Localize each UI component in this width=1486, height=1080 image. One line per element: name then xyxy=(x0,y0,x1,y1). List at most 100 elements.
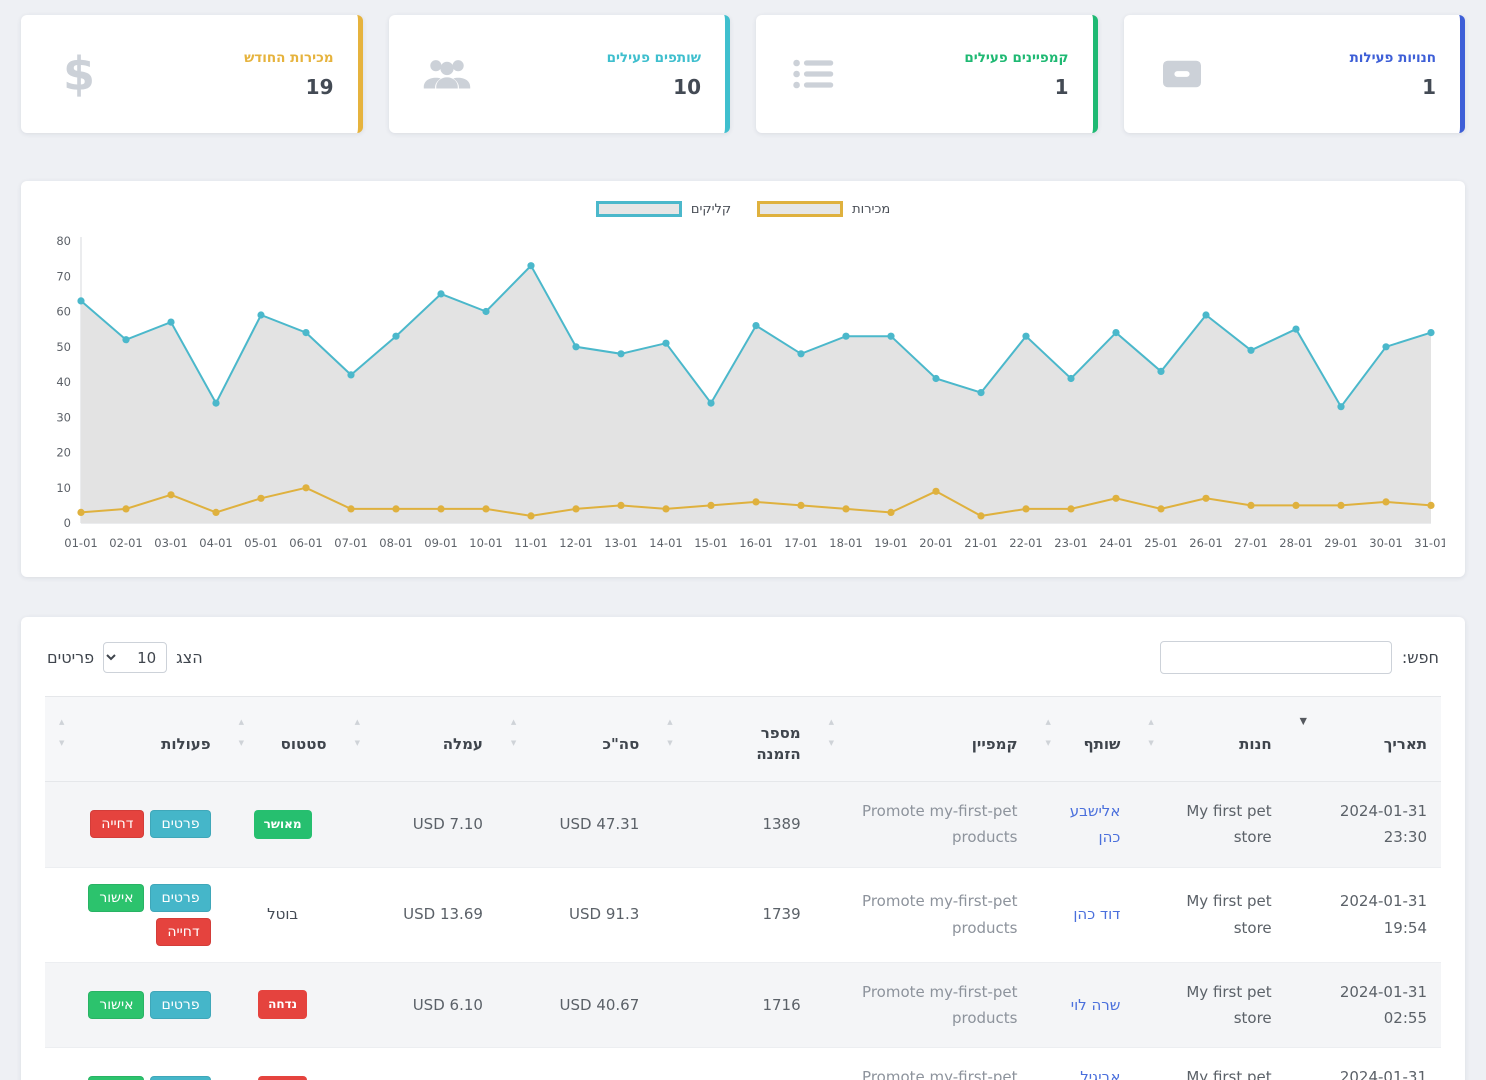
svg-text:07-01: 07-01 xyxy=(334,536,367,550)
svg-text:19-01: 19-01 xyxy=(874,536,907,550)
approve-button[interactable]: אישור xyxy=(88,884,144,912)
column-header-date[interactable]: תאריך xyxy=(1286,697,1441,782)
cell-order-number: 1716 xyxy=(653,962,814,1048)
status-badge: מאושר xyxy=(254,810,312,839)
chart-legend: קליקים מכירות xyxy=(37,201,1449,217)
column-label: חנות xyxy=(1239,735,1272,753)
partner-link[interactable]: אלישבע כהן xyxy=(1070,802,1121,846)
cell-store: My first pet store xyxy=(1134,867,1285,962)
stat-card-active-partners: שותפים פעילים 10 xyxy=(389,15,731,133)
partner-link[interactable]: שרה לוי xyxy=(1071,996,1121,1014)
column-header-order-number[interactable]: מספר הזמנה xyxy=(653,697,814,782)
cell-campaign: Promote my-first-pet products xyxy=(815,867,1032,962)
svg-text:17-01: 17-01 xyxy=(784,536,817,550)
partners-users-icon xyxy=(419,56,475,92)
svg-text:11-01: 11-01 xyxy=(514,536,547,550)
svg-text:08-01: 08-01 xyxy=(379,536,412,550)
sort-icon xyxy=(829,709,834,751)
column-label: תאריך xyxy=(1384,735,1427,753)
approve-button[interactable]: אישור xyxy=(88,1076,144,1080)
status-badge: נדחה xyxy=(258,1076,307,1080)
table-controls: חפש: הצג 10 פריטים xyxy=(47,641,1439,674)
actions-group: פרטים דחייה xyxy=(59,810,211,838)
svg-text:06-01: 06-01 xyxy=(289,536,322,550)
cell-store: My first pet store xyxy=(1134,962,1285,1048)
partner-link[interactable]: אביגיל שטיין xyxy=(1080,1068,1120,1080)
stat-title: שותפים פעילים xyxy=(607,50,701,66)
details-button[interactable]: פרטים xyxy=(150,991,210,1019)
search-group: חפש: xyxy=(1160,641,1439,674)
page-size-select[interactable]: 10 xyxy=(103,642,167,673)
stat-title: מכירות החודש xyxy=(244,50,333,66)
svg-text:70: 70 xyxy=(56,269,71,283)
dollar-icon xyxy=(51,51,107,97)
svg-text:20-01: 20-01 xyxy=(919,536,952,550)
legend-item-clicks[interactable]: קליקים xyxy=(596,201,731,217)
svg-text:13-01: 13-01 xyxy=(604,536,637,550)
approve-button[interactable]: אישור xyxy=(88,991,144,1019)
cell-actions: פרטים דחייה xyxy=(45,782,225,868)
search-label: חפש: xyxy=(1402,648,1439,667)
svg-text:12-01: 12-01 xyxy=(559,536,592,550)
table-header-row: תאריך חנות שותף קמפיין מספר הזמנה xyxy=(45,697,1441,782)
svg-text:50: 50 xyxy=(56,340,71,354)
column-label: פעולות xyxy=(161,735,210,753)
campaigns-list-icon xyxy=(786,57,842,91)
cell-date: 2024-01-31 01:35 xyxy=(1286,1048,1441,1080)
status-badge: נדחה xyxy=(258,990,307,1019)
stat-value: 19 xyxy=(244,75,333,99)
details-button[interactable]: פרטים xyxy=(150,1076,210,1080)
search-input[interactable] xyxy=(1160,641,1392,674)
chart-canvas: 0102030405060708001-0102-0103-0104-0105-… xyxy=(41,231,1445,563)
svg-text:30: 30 xyxy=(56,410,71,424)
svg-text:27-01: 27-01 xyxy=(1234,536,1267,550)
cell-order-number: 1739 xyxy=(653,867,814,962)
column-header-actions[interactable]: פעולות xyxy=(45,697,225,782)
cell-partner: שרה לוי xyxy=(1032,962,1135,1048)
sort-icon xyxy=(1148,709,1153,751)
stat-value: 1 xyxy=(964,75,1068,99)
svg-text:21-01: 21-01 xyxy=(964,536,997,550)
reject-button[interactable]: דחייה xyxy=(90,810,144,838)
column-label: סה"כ xyxy=(602,735,639,753)
sort-icon xyxy=(355,709,360,751)
svg-text:18-01: 18-01 xyxy=(829,536,862,550)
cell-store: My first pet store xyxy=(1134,1048,1285,1080)
show-label: הצג xyxy=(176,648,203,667)
svg-text:29-01: 29-01 xyxy=(1324,536,1357,550)
column-header-store[interactable]: חנות xyxy=(1134,697,1285,782)
sort-icon xyxy=(1046,709,1051,751)
cell-total: USD 40.67 xyxy=(497,962,653,1048)
cell-commission: USD 6.10 xyxy=(341,962,497,1048)
svg-text:40: 40 xyxy=(56,375,71,389)
partner-link[interactable]: דוד כהן xyxy=(1073,905,1120,923)
svg-text:80: 80 xyxy=(56,234,71,248)
actions-group: פרטים אישור דחייה xyxy=(59,884,211,946)
svg-text:30-01: 30-01 xyxy=(1369,536,1402,550)
sales-legend-swatch xyxy=(757,201,843,217)
clicks-sales-chart-card: קליקים מכירות 0102030405060708001-0102-0… xyxy=(21,181,1465,577)
reject-button[interactable]: דחייה xyxy=(156,918,210,946)
cell-status: נדחה xyxy=(225,1048,341,1080)
details-button[interactable]: פרטים xyxy=(150,884,210,912)
legend-item-sales[interactable]: מכירות xyxy=(757,201,890,217)
stat-value: 1 xyxy=(1350,75,1436,99)
svg-text:20: 20 xyxy=(56,446,71,460)
column-label: מספר הזמנה xyxy=(737,723,801,765)
cell-total: USD 47.31 xyxy=(497,782,653,868)
column-header-partner[interactable]: שותף xyxy=(1032,697,1135,782)
stat-text: קמפיינים פעילים 1 xyxy=(964,50,1068,99)
svg-text:25-01: 25-01 xyxy=(1144,536,1177,550)
cell-actions: פרטים אישור xyxy=(45,1048,225,1080)
cell-status: בוטל xyxy=(225,867,341,962)
column-header-commission[interactable]: עמלה xyxy=(341,697,497,782)
svg-text:03-01: 03-01 xyxy=(154,536,187,550)
cell-actions: פרטים אישור xyxy=(45,962,225,1048)
svg-text:24-01: 24-01 xyxy=(1099,536,1132,550)
column-header-total[interactable]: סה"כ xyxy=(497,697,653,782)
cell-commission: USD 13.69 xyxy=(341,867,497,962)
column-header-status[interactable]: סטטוס xyxy=(225,697,341,782)
details-button[interactable]: פרטים xyxy=(150,810,210,838)
cell-status: מאושר xyxy=(225,782,341,868)
column-header-campaign[interactable]: קמפיין xyxy=(815,697,1032,782)
